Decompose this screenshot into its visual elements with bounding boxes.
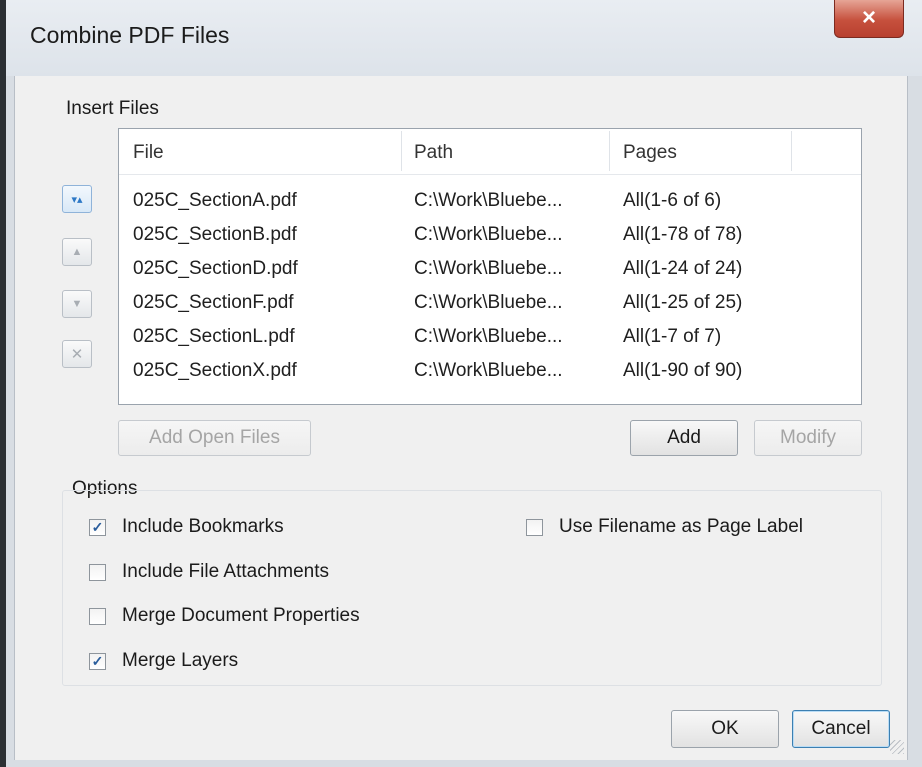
remove-x-icon: ✕ [70, 346, 84, 363]
add-button[interactable]: Add [630, 420, 738, 456]
file-pages-cell: All(1-6 of 6) [623, 190, 722, 211]
use-filename-page-label-label[interactable]: Use Filename as Page Label [559, 516, 803, 538]
merge-document-properties-label[interactable]: Merge Document Properties [122, 605, 360, 627]
merge-document-properties-checkbox[interactable] [89, 607, 106, 625]
file-path-cell: C:\Work\Bluebe... [414, 360, 563, 381]
dialog-title: Combine PDF Files [30, 22, 230, 48]
checkmark-icon: ✓ [91, 518, 104, 535]
column-header-pages[interactable]: Pages [623, 129, 677, 174]
file-path-cell: C:\Work\Bluebe... [414, 326, 563, 347]
ok-button[interactable]: OK [671, 710, 779, 748]
file-name-cell: 025C_SectionF.pdf [133, 292, 294, 313]
file-name-cell: 025C_SectionA.pdf [133, 190, 297, 211]
move-to-top-button[interactable]: ▾▴ [62, 185, 92, 213]
window-border [0, 0, 6, 767]
column-separator[interactable] [791, 131, 792, 171]
title-bar[interactable]: Combine PDF Files [6, 0, 922, 76]
close-button[interactable]: × [834, 0, 904, 38]
modify-button[interactable]: Modify [754, 420, 862, 456]
move-to-top-icon: ▾▴ [71, 193, 83, 206]
include-bookmarks-checkbox[interactable]: ✓ [89, 518, 106, 536]
merge-layers-checkbox[interactable]: ✓ [89, 652, 106, 670]
file-pages-cell: All(1-25 of 25) [623, 292, 743, 313]
move-up-button[interactable]: ▲ [62, 238, 92, 266]
file-name-cell: 025C_SectionX.pdf [133, 360, 297, 381]
file-list[interactable]: File Path Pages 025C_SectionA.pdf C:\Wor… [118, 128, 862, 405]
add-open-files-button[interactable]: Add Open Files [118, 420, 311, 456]
move-down-button[interactable]: ▼ [62, 290, 92, 318]
arrow-down-icon: ▼ [71, 298, 83, 310]
column-header-path[interactable]: Path [414, 129, 453, 174]
merge-layers-option[interactable]: ✓ Merge Layers [89, 650, 238, 672]
use-filename-page-label-checkbox[interactable] [526, 518, 543, 536]
file-pages-cell: All(1-24 of 24) [623, 258, 743, 279]
file-name-cell: 025C_SectionL.pdf [133, 326, 295, 347]
include-file-attachments-label[interactable]: Include File Attachments [122, 561, 329, 583]
file-path-cell: C:\Work\Bluebe... [414, 190, 563, 211]
include-bookmarks-label[interactable]: Include Bookmarks [122, 516, 284, 538]
arrow-up-icon: ▲ [71, 246, 83, 258]
include-bookmarks-option[interactable]: ✓ Include Bookmarks [89, 516, 284, 538]
file-name-cell: 025C_SectionD.pdf [133, 258, 298, 279]
merge-layers-label[interactable]: Merge Layers [122, 650, 238, 672]
resize-grip[interactable] [890, 740, 904, 754]
insert-files-group-label: Insert Files [66, 98, 159, 119]
file-path-cell: C:\Work\Bluebe... [414, 224, 563, 245]
column-separator[interactable] [401, 131, 402, 171]
header-divider [119, 174, 861, 175]
cancel-button[interactable]: Cancel [792, 710, 890, 748]
use-filename-page-label-option[interactable]: Use Filename as Page Label [526, 516, 803, 538]
file-name-cell: 025C_SectionB.pdf [133, 224, 297, 245]
column-separator[interactable] [609, 131, 610, 171]
column-header-file[interactable]: File [133, 129, 164, 174]
file-pages-cell: All(1-78 of 78) [623, 224, 743, 245]
file-path-cell: C:\Work\Bluebe... [414, 258, 563, 279]
remove-file-button[interactable]: ✕ [62, 340, 92, 368]
checkmark-icon: ✓ [91, 652, 104, 669]
file-path-cell: C:\Work\Bluebe... [414, 292, 563, 313]
include-file-attachments-option[interactable]: Include File Attachments [89, 561, 329, 583]
include-file-attachments-checkbox[interactable] [89, 563, 106, 581]
merge-document-properties-option[interactable]: Merge Document Properties [89, 605, 360, 627]
file-pages-cell: All(1-7 of 7) [623, 326, 722, 347]
dialog-window: Combine PDF Files × Insert Files ▾▴ ▲ ▼ … [0, 0, 922, 767]
file-pages-cell: All(1-90 of 90) [623, 360, 743, 381]
